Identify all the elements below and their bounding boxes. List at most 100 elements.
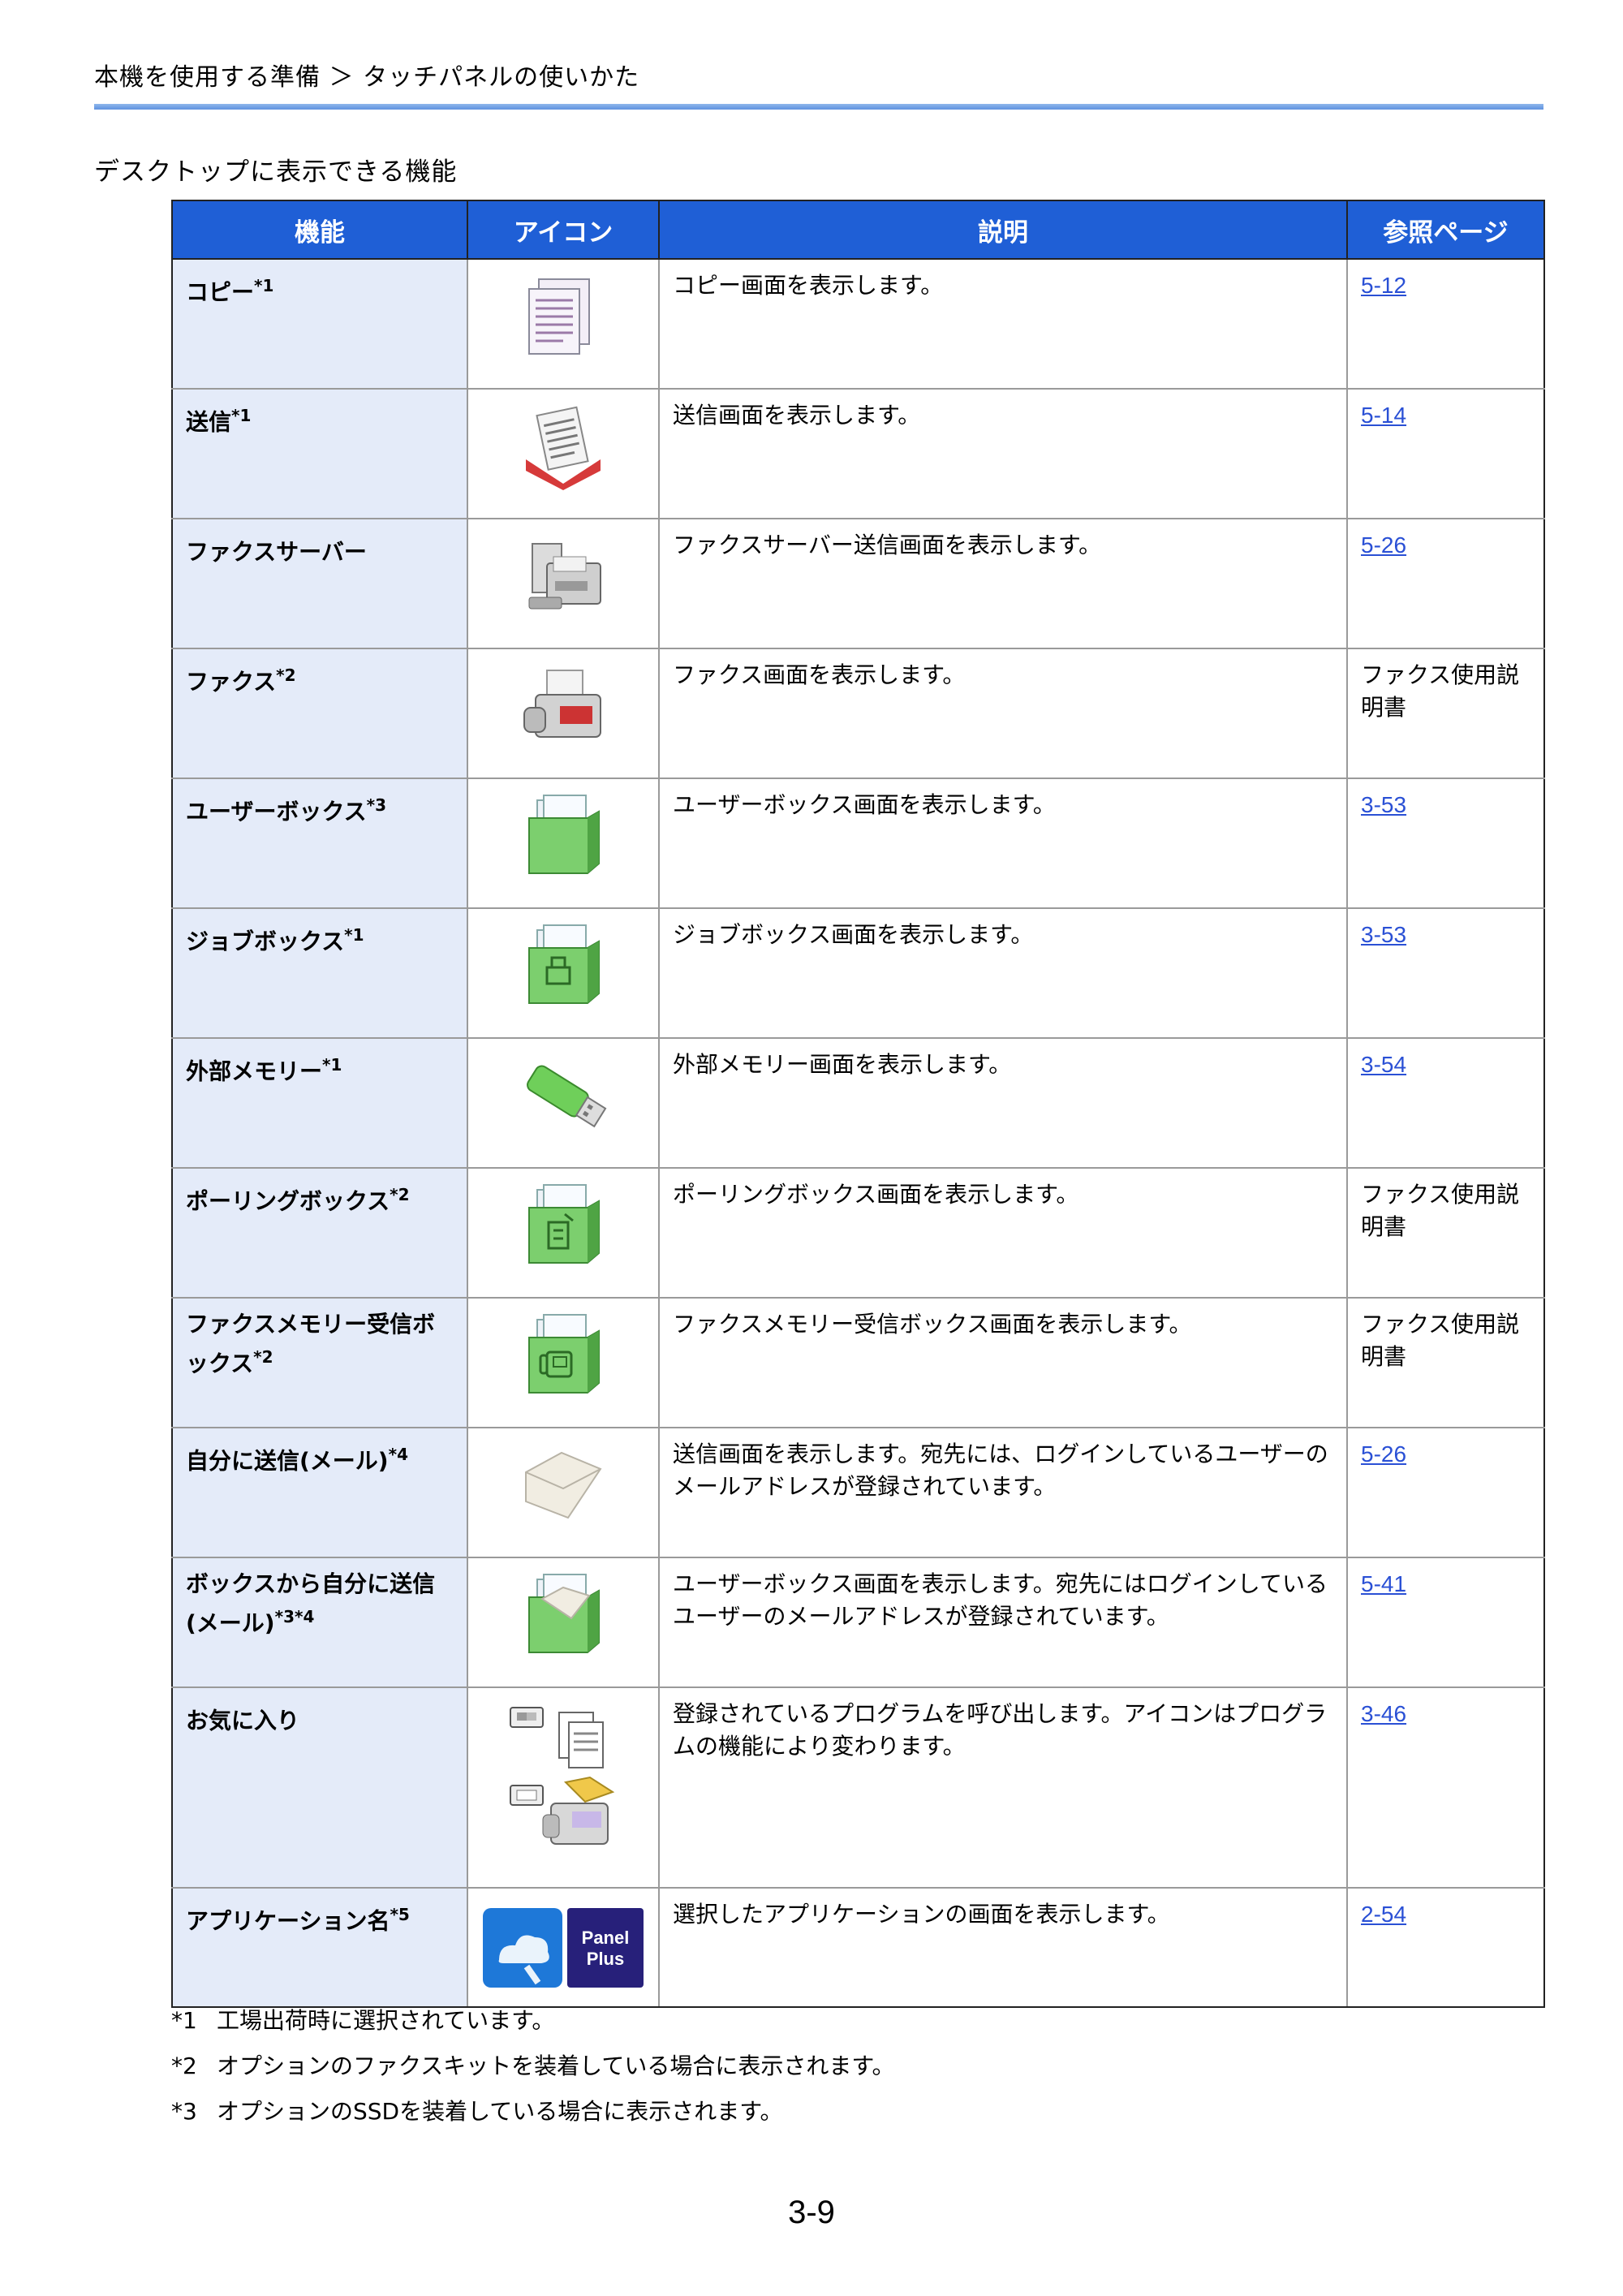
feature-icon-cell [467,1557,660,1688]
feature-name: ファクス [186,668,277,696]
fax-memory-box-icon [514,1314,612,1406]
feature-name: ポーリングボックス [186,1187,390,1215]
feature-name-cell: コピー*1 [171,258,468,390]
feature-icon-cell [467,1427,660,1558]
feature-name-cell: ユーザーボックス*3 [171,778,468,909]
feature-note: *3 [366,795,386,815]
table-row: 自分に送信(メール)*4 送信画面を表示します。宛先には、ログインしているユーザー… [171,1427,1545,1558]
table-row: ユーザーボックス*3 ユーザーボックス画面を表示します。 3-53 [171,778,1545,909]
reference-link[interactable]: 3-53 [1361,792,1406,817]
reference-link[interactable]: 2-54 [1361,1902,1406,1927]
feature-name: アプリケーション名 [186,1907,390,1935]
feature-note: *1 [254,276,274,295]
feature-name: コピー [186,278,255,306]
table-row: 送信*1 送信画面を表示します。 5-14 [171,388,1545,519]
breadcrumb: 本機を使用する準備 ＞ タッチパネルの使いかた [94,63,640,92]
feature-icon-cell [467,1297,660,1428]
section-title: デスクトップに表示できる機能 [94,157,458,187]
feature-icon-cell [467,648,660,779]
table-row: ファクスサーバー ファクスサーバー送信画面を表示します。 5-26 [171,518,1545,649]
feature-name-cell: アプリケーション名*5 [171,1887,468,2008]
copy-icon [514,278,612,368]
feature-name: お気に入り [186,1707,300,1734]
column-header-description: 説明 [658,200,1348,260]
table-row: お気に入り 登録されているプログラムを呼び出します。アイコンはプログラムの機能によ… [171,1686,1545,1889]
column-header-reference: 参照ページ [1346,200,1545,260]
reference-link[interactable]: 5-26 [1361,1441,1406,1467]
feature-description: 登録されているプログラムを呼び出します。アイコンはプログラムの機能により変わりま… [658,1686,1348,1889]
feature-icon-cell [467,778,660,909]
feature-name: 送信 [186,408,232,436]
footnote: *1 工場出荷時に選択されています。 [171,2007,555,2034]
feature-reference-cell: ファクス使用説明書 [1346,648,1545,779]
feature-name-cell: ファクス*2 [171,648,468,779]
feature-name-cell: ポーリングボックス*2 [171,1167,468,1299]
app-badge-text: Plus [587,1949,624,1969]
feature-name-cell: 自分に送信(メール)*4 [171,1427,468,1558]
footnotes: *1 工場出荷時に選択されています。 *2 オプションのファクスキットを装着している… [171,1998,895,2134]
header-rule [94,104,1543,110]
feature-reference-cell: 5-41 [1346,1557,1545,1688]
reference-text: ファクス使用説明書 [1361,661,1520,721]
footnote: *2 オプションのファクスキットを装着している場合に表示されます。 [171,2053,895,2079]
feature-icon-cell [467,907,660,1039]
box-send-icon [514,1574,612,1666]
feature-reference-cell: ファクス使用説明書 [1346,1167,1545,1299]
feature-description: ポーリングボックス画面を表示します。 [658,1167,1348,1299]
send-icon [514,406,612,498]
feature-description: コピー画面を表示します。 [658,258,1348,390]
envelope-icon [514,1451,612,1536]
reference-text: ファクス使用説明書 [1361,1311,1520,1370]
table-row: ジョブボックス*1 ジョブボックス画面を表示します。 3-53 [171,907,1545,1039]
feature-description: ユーザーボックス画面を表示します。宛先にはログインしているユーザーのメールアドレ… [658,1557,1348,1688]
feature-description: 送信画面を表示します。宛先には、ログインしているユーザーのメールアドレスが登録さ… [658,1427,1348,1558]
feature-icon-cell [467,518,660,649]
feature-name-cell: ボックスから自分に送信(メール)*3*4 [171,1557,468,1688]
reference-link[interactable]: 3-46 [1361,1701,1406,1726]
usb-memory-icon [514,1065,612,1147]
feature-name: 自分に送信(メール) [186,1447,389,1475]
feature-name-cell: ファクスメモリー受信ボックス*2 [171,1297,468,1428]
feature-icon-cell [467,1686,660,1889]
reference-link[interactable]: 5-12 [1361,273,1406,298]
application-icon: Panel Plus [478,1908,648,1997]
feature-reference-cell: 3-53 [1346,778,1545,909]
table-header-row: 機能 アイコン 説明 参照ページ [171,200,1545,260]
polling-box-icon [514,1184,612,1277]
feature-name-cell: ジョブボックス*1 [171,907,468,1039]
reference-link[interactable]: 3-53 [1361,922,1406,947]
feature-name: ファクスサーバー [186,538,367,566]
feature-name: ユーザーボックス [186,798,367,825]
job-box-icon [514,924,612,1017]
reference-link[interactable]: 5-41 [1361,1571,1406,1596]
feature-description: 外部メモリー画面を表示します。 [658,1037,1348,1169]
feature-reference-cell: 5-12 [1346,258,1545,390]
table-row: コピー*1 コピー画面を表示します。 5-12 [171,258,1545,390]
feature-reference-cell: 5-26 [1346,518,1545,649]
feature-note: *2 [253,1347,273,1367]
feature-description: ファクスサーバー送信画面を表示します。 [658,518,1348,649]
table-row: 外部メモリー*1 外部メモリー画面を表示します。 3-54 [171,1037,1545,1169]
user-box-icon [514,795,612,887]
feature-note: *2 [390,1185,410,1204]
column-header-icon: アイコン [467,200,660,260]
feature-reference-cell: 2-54 [1346,1887,1545,2008]
feature-icon-cell: Panel Plus [467,1887,660,2008]
table-row: アプリケーション名*5 Panel Plus 選択したアプリケーションの画面を表示しま… [171,1887,1545,2008]
column-header-function: 機能 [171,200,468,260]
feature-name: ボックスから自分に送信(メール) [186,1570,436,1637]
table-row: ファクス*2 ファクス画面を表示します。 ファクス使用説明書 [171,648,1545,779]
feature-name: ジョブボックス [186,928,345,955]
feature-icon-cell [467,1167,660,1299]
feature-name-cell: 送信*1 [171,388,468,519]
feature-name-cell: お気に入り [171,1686,468,1889]
feature-description: 選択したアプリケーションの画面を表示します。 [658,1887,1348,2008]
feature-note: *1 [322,1055,342,1075]
app-badge-text: Panel [582,1928,630,1948]
feature-name: 外部メモリー [186,1058,323,1085]
favorite-icon [494,1707,632,1877]
feature-name-cell: 外部メモリー*1 [171,1037,468,1169]
reference-link[interactable]: 5-14 [1361,403,1406,428]
reference-link[interactable]: 5-26 [1361,532,1406,558]
reference-link[interactable]: 3-54 [1361,1052,1406,1077]
